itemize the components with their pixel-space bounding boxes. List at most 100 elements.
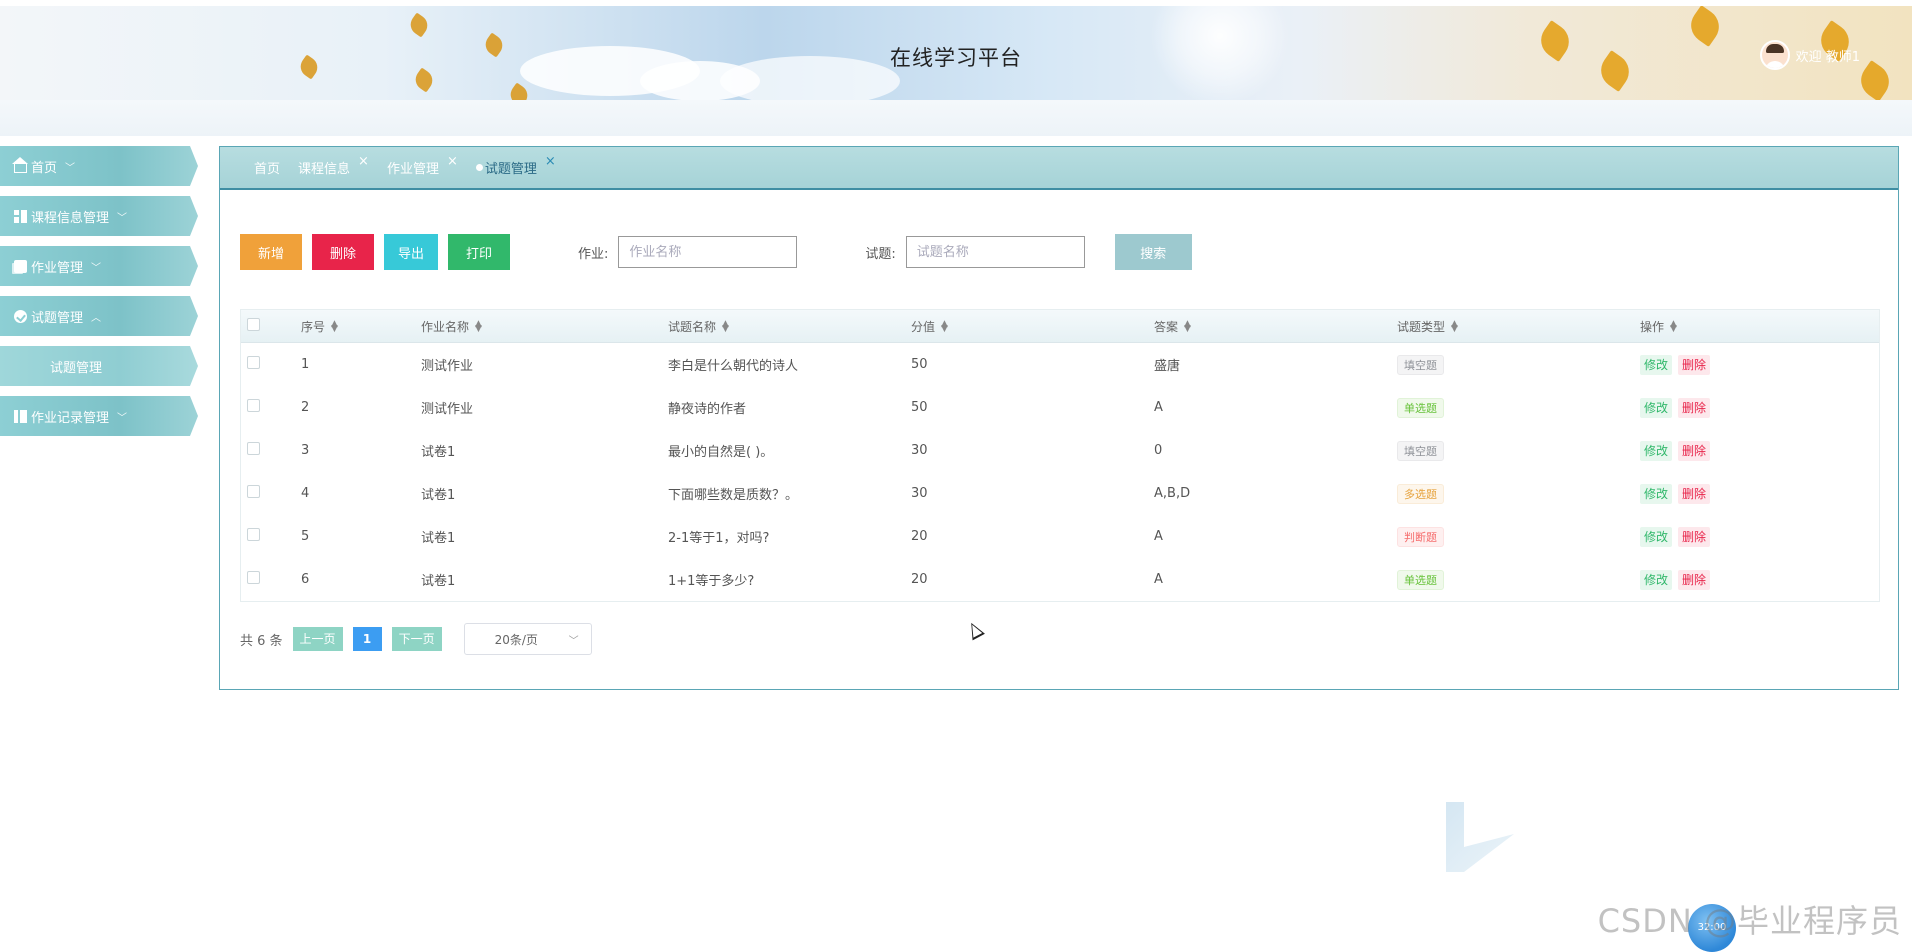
- avatar: [1759, 40, 1790, 70]
- column-header-score[interactable]: 分值 ▲ ▼: [911, 318, 1154, 335]
- column-header-type[interactable]: 试题类型 ▲ ▼: [1397, 318, 1640, 335]
- print-button[interactable]: 打印: [448, 234, 510, 270]
- row-checkbox[interactable]: [247, 399, 260, 412]
- delete-row-button[interactable]: 删除: [1678, 569, 1711, 590]
- question-name-input[interactable]: [905, 236, 1085, 268]
- select-all-checkbox[interactable]: [247, 318, 260, 331]
- cell-score: 20: [911, 572, 928, 587]
- close-icon[interactable]: ×: [545, 154, 556, 169]
- cell-seq: 4: [301, 486, 310, 501]
- sort-icon: ▲ ▼: [941, 319, 948, 334]
- page-size-select[interactable]: 20条/页 ﹀: [463, 623, 592, 655]
- cell-homework: 测试作业: [421, 402, 474, 417]
- delete-row-button[interactable]: 删除: [1678, 483, 1711, 504]
- cell-answer: A: [1154, 572, 1163, 587]
- edit-button[interactable]: 修改: [1640, 354, 1673, 375]
- export-button[interactable]: 导出: [384, 234, 438, 270]
- edit-button[interactable]: 修改: [1640, 397, 1673, 418]
- books-icon: [14, 259, 27, 273]
- column-header-homework[interactable]: 作业名称 ▲ ▼: [421, 318, 668, 335]
- chevron-down-icon: ﹀: [117, 412, 128, 424]
- check-circle-icon: [14, 309, 27, 323]
- next-page-button[interactable]: 下一页: [391, 627, 442, 651]
- sidebar-item-label: 作业记录管理: [31, 410, 110, 426]
- cell-seq: 3: [301, 443, 310, 458]
- sidebar-subitem-question-manage[interactable]: 试题管理: [0, 346, 198, 386]
- table-row[interactable]: 5 试卷1 2-1等于1，对吗? 20 A 判断题 修改 删除: [241, 515, 1879, 558]
- delete-row-button[interactable]: 删除: [1678, 526, 1711, 547]
- sidebar-item-label: 首页: [31, 160, 58, 176]
- column-header-actions[interactable]: 操作 ▲ ▼: [1640, 318, 1840, 335]
- column-header-answer[interactable]: 答案 ▲ ▼: [1154, 318, 1397, 335]
- chevron-down-icon: ﹀: [568, 635, 579, 647]
- question-type-badge: 单选题: [1397, 569, 1444, 590]
- tab-course-info[interactable]: 课程信息 ×: [298, 154, 369, 177]
- cell-score: 30: [911, 486, 928, 501]
- close-icon[interactable]: ×: [358, 154, 369, 169]
- home-icon: [12, 156, 28, 173]
- row-checkbox[interactable]: [247, 356, 260, 369]
- sidebar-item-course-info[interactable]: 课程信息管理 ﹀: [0, 196, 198, 236]
- edit-button[interactable]: 修改: [1640, 569, 1673, 590]
- cell-homework: 测试作业: [421, 359, 474, 374]
- cell-score: 30: [911, 443, 928, 458]
- row-checkbox[interactable]: [247, 485, 260, 498]
- cell-homework: 试卷1: [421, 488, 456, 503]
- prev-page-button[interactable]: 上一页: [292, 627, 343, 651]
- active-dot-icon: [475, 164, 483, 171]
- delete-row-button[interactable]: 删除: [1678, 354, 1711, 375]
- sidebar-item-homework-records[interactable]: 作业记录管理 ﹀: [0, 396, 198, 436]
- table-row[interactable]: 6 试卷1 1+1等于多少? 20 A 单选题 修改 删除: [241, 558, 1879, 601]
- table-row[interactable]: 3 试卷1 最小的自然是( )。 30 0 填空题 修改 删除: [241, 429, 1879, 472]
- question-type-badge: 单选题: [1397, 397, 1444, 418]
- tab-homework[interactable]: 作业管理 ×: [387, 154, 458, 177]
- cell-seq: 6: [301, 572, 310, 587]
- cell-question: 下面哪些数是质数？。: [668, 488, 799, 503]
- delete-row-button[interactable]: 删除: [1678, 397, 1711, 418]
- total-count: 共 6 条: [240, 633, 283, 649]
- edit-button[interactable]: 修改: [1640, 483, 1673, 504]
- tab-bar: 首页 课程信息 × 作业管理 × 试题管理 ×: [220, 147, 1898, 190]
- question-type-badge: 判断题: [1397, 526, 1444, 547]
- column-header-seq[interactable]: 序号 ▲ ▼: [301, 318, 421, 335]
- row-checkbox[interactable]: [247, 442, 260, 455]
- chevron-down-icon: ﹀: [65, 162, 76, 174]
- tab-question-manage[interactable]: 试题管理 ×: [475, 154, 556, 177]
- delete-row-button[interactable]: 删除: [1678, 440, 1711, 461]
- leaf-decoration: [1684, 6, 1726, 47]
- leaf-decoration: [506, 82, 532, 100]
- user-menu[interactable]: 欢迎 教师1: [1759, 40, 1860, 70]
- tab-home[interactable]: 首页: [254, 158, 280, 177]
- cell-answer: A: [1154, 529, 1163, 544]
- question-filter-label: 试题:: [865, 246, 896, 262]
- close-icon[interactable]: ×: [447, 154, 458, 169]
- questions-table: 序号 ▲ ▼ 作业名称 ▲ ▼ 试题名称 ▲ ▼ 分值 ▲ ▼ 答案 ▲ ▼ 试题类型 ▲ ▼ 操作 ▲ ▼…: [240, 309, 1880, 602]
- sidebar-item-label: 课程信息管理: [31, 210, 110, 226]
- header-subbar: [0, 100, 1912, 136]
- current-page-button[interactable]: 1: [352, 627, 382, 651]
- table-row[interactable]: 4 试卷1 下面哪些数是质数？。 30 A,B,D 多选题 修改 删除: [241, 472, 1879, 515]
- search-button[interactable]: 搜索: [1114, 234, 1192, 270]
- sidebar-item-label: 作业管理: [31, 260, 84, 276]
- cell-homework: 试卷1: [421, 531, 456, 546]
- edit-button[interactable]: 修改: [1640, 440, 1673, 461]
- edit-button[interactable]: 修改: [1640, 526, 1673, 547]
- row-checkbox[interactable]: [247, 571, 260, 584]
- cell-score: 50: [911, 357, 928, 372]
- homework-name-input[interactable]: [618, 236, 798, 268]
- sort-icon: ▲ ▼: [475, 319, 482, 334]
- cell-score: 20: [911, 529, 928, 544]
- sidebar: 首页 ﹀ 课程信息管理 ﹀ 作业管理 ﹀ 试题管理 ︿ 试题管理 作业记录管理 …: [0, 146, 200, 446]
- row-checkbox[interactable]: [247, 528, 260, 541]
- sidebar-item-questions[interactable]: 试题管理 ︿: [0, 296, 198, 336]
- sidebar-item-home[interactable]: 首页 ﹀: [0, 146, 198, 186]
- cell-seq: 2: [301, 400, 310, 415]
- cell-question: 1+1等于多少?: [668, 574, 755, 589]
- add-button[interactable]: 新增: [240, 234, 302, 270]
- column-header-question[interactable]: 试题名称 ▲ ▼: [668, 318, 911, 335]
- sidebar-item-homework[interactable]: 作业管理 ﹀: [0, 246, 198, 286]
- delete-button[interactable]: 删除: [312, 234, 374, 270]
- table-row[interactable]: 1 测试作业 李白是什么朝代的诗人 50 盛唐 填空题 修改 删除: [241, 343, 1879, 386]
- cell-answer: 0: [1154, 443, 1163, 458]
- table-row[interactable]: 2 测试作业 静夜诗的作者 50 A 单选题 修改 删除: [241, 386, 1879, 429]
